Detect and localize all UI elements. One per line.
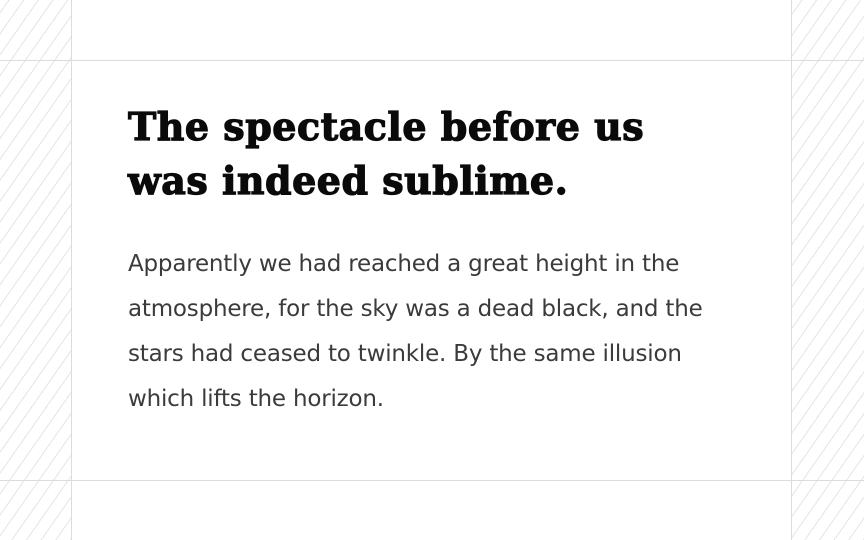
page: The spectacle before us was indeed subli… (0, 0, 864, 540)
left-hatch-margin (0, 0, 71, 540)
article: The spectacle before us was indeed subli… (127, 100, 728, 422)
bottom-guide-line (0, 480, 864, 481)
body-paragraph: Apparently we had reached a great height… (128, 251, 703, 412)
right-guide-line (791, 0, 792, 540)
headline: The spectacle before us was indeed subli… (127, 103, 645, 203)
left-guide-line (71, 0, 72, 540)
right-hatch-margin (792, 0, 864, 540)
top-guide-line (0, 60, 864, 61)
